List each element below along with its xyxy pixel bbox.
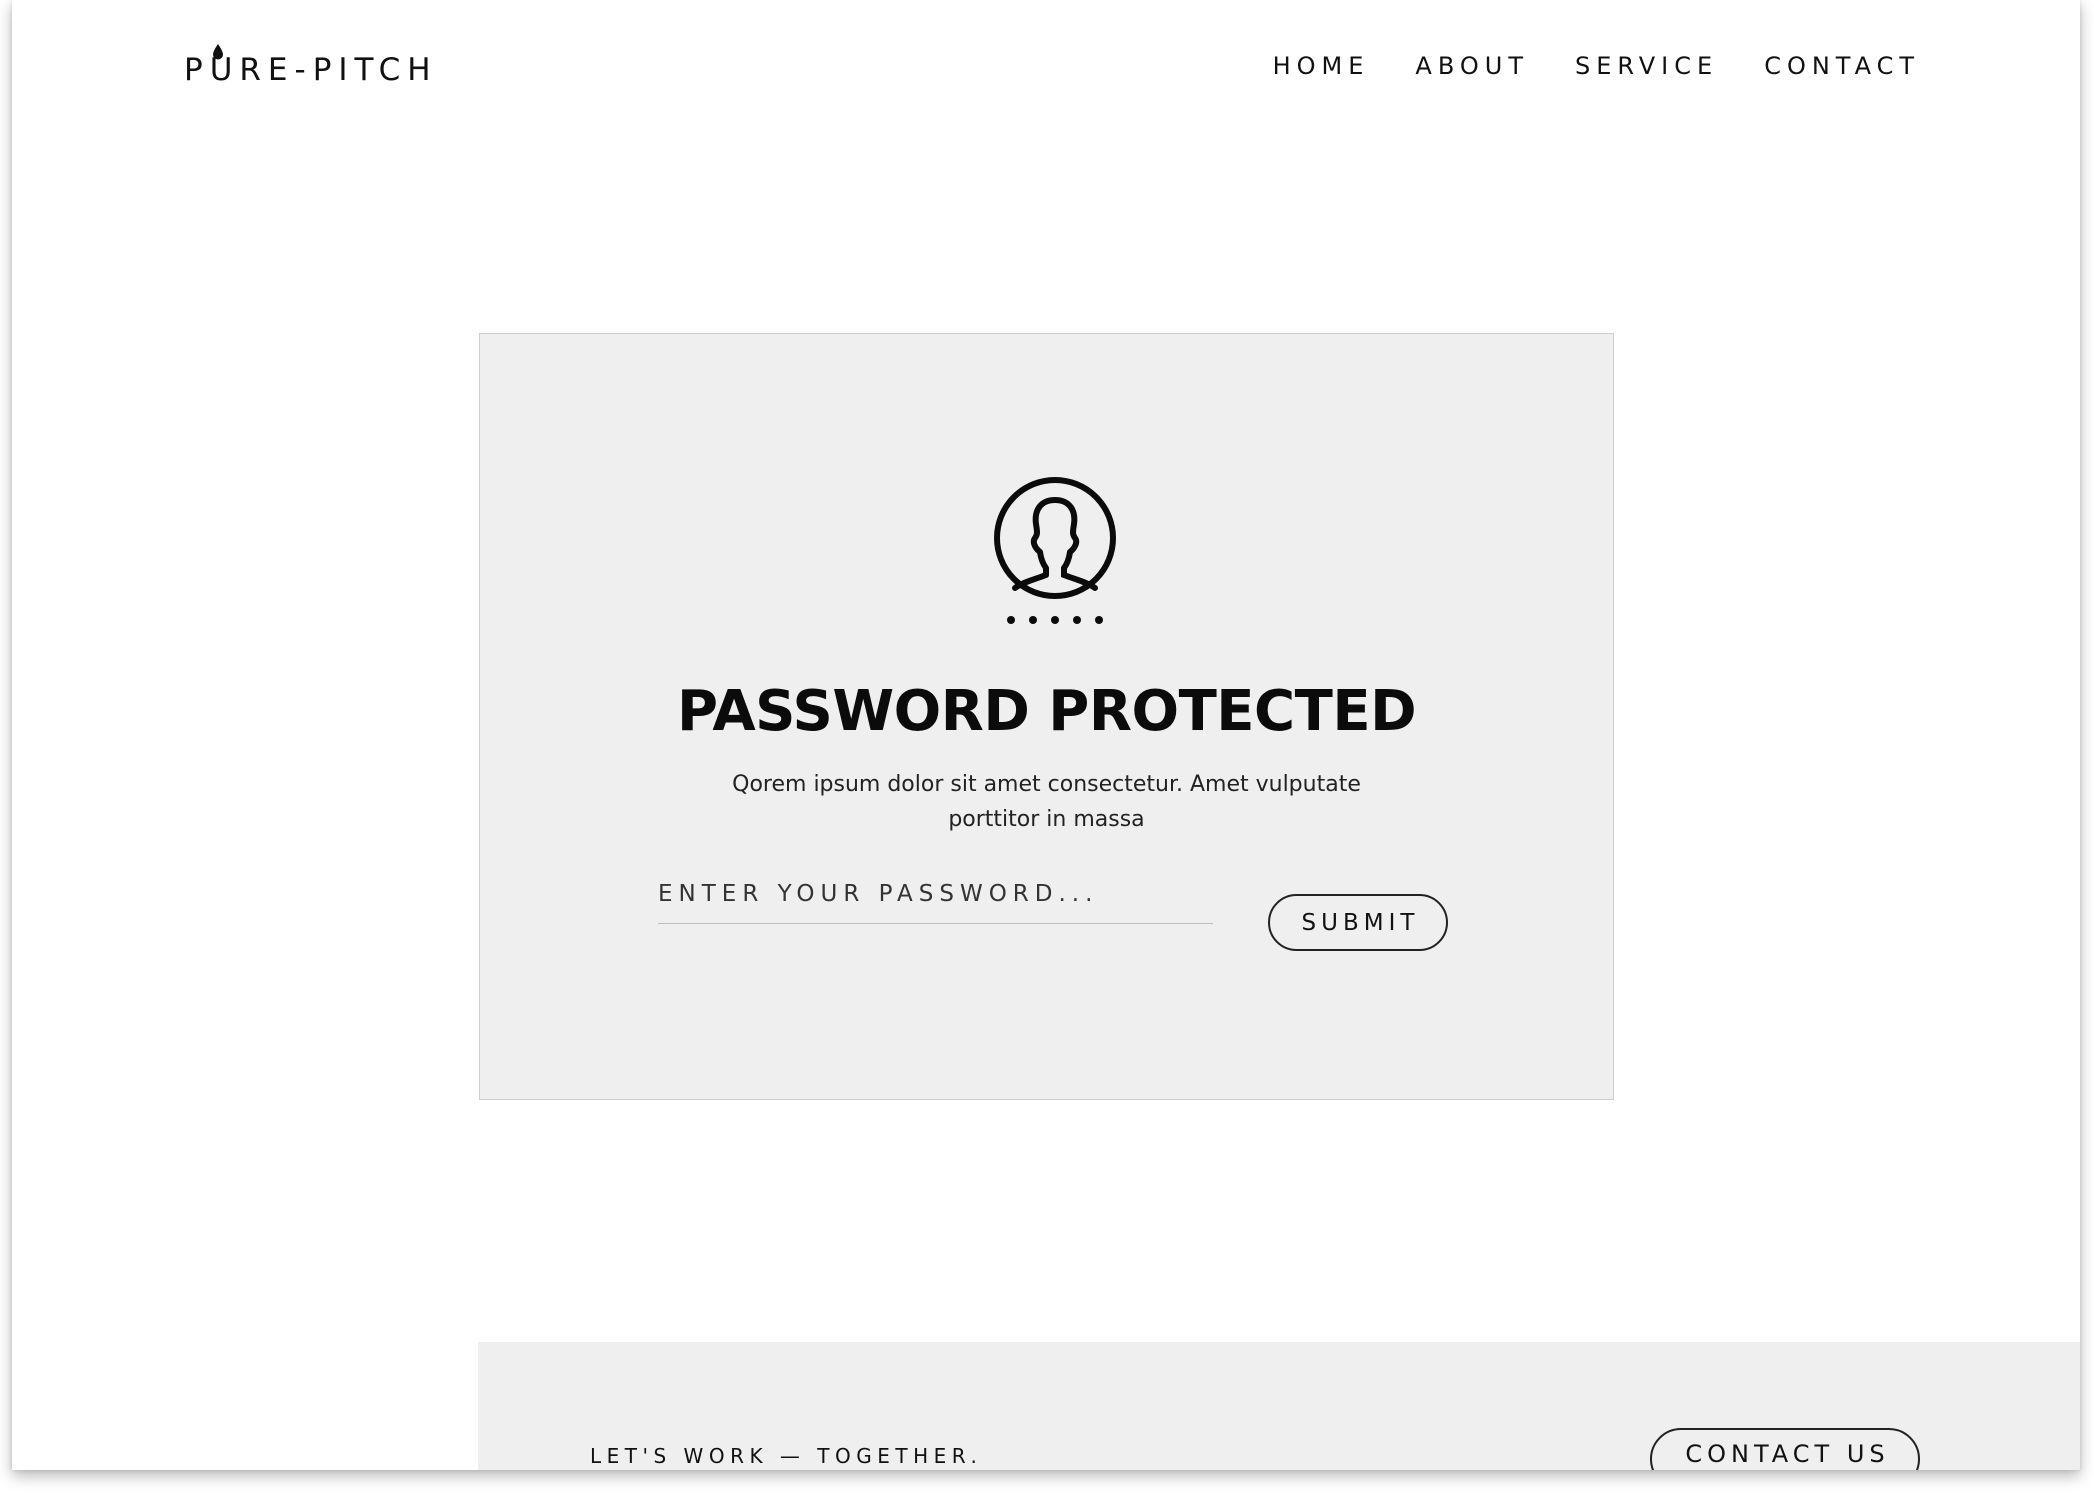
nav-home[interactable]: HOME bbox=[1273, 52, 1370, 80]
password-input[interactable] bbox=[658, 864, 1213, 924]
contact-us-button[interactable]: CONTACT US bbox=[1650, 1428, 1920, 1470]
submit-button[interactable]: SUBMIT bbox=[1268, 894, 1448, 951]
footer-cta: LET'S WORK — TOGETHER. CONTACT US bbox=[478, 1342, 2080, 1470]
password-card: PASSWORD PROTECTED Qorem ipsum dolor sit… bbox=[479, 333, 1614, 1100]
logo-drop-icon bbox=[213, 44, 223, 60]
site-logo[interactable]: PURE-PITCH bbox=[184, 44, 438, 88]
nav-service[interactable]: SERVICE bbox=[1575, 52, 1718, 80]
nav-contact[interactable]: CONTACT bbox=[1764, 52, 1920, 80]
page-frame: PURE-PITCH HOME ABOUT SERVICE CONTACT PA… bbox=[12, 0, 2080, 1470]
main-nav: HOME ABOUT SERVICE CONTACT bbox=[1273, 52, 1920, 80]
nav-about[interactable]: ABOUT bbox=[1415, 52, 1529, 80]
footer-tagline: LET'S WORK — TOGETHER. bbox=[590, 1444, 983, 1468]
card-description: Qorem ipsum dolor sit amet consectetur. … bbox=[732, 772, 1361, 832]
page-title: PASSWORD PROTECTED bbox=[676, 679, 1417, 744]
user-lock-icon bbox=[994, 477, 1116, 624]
